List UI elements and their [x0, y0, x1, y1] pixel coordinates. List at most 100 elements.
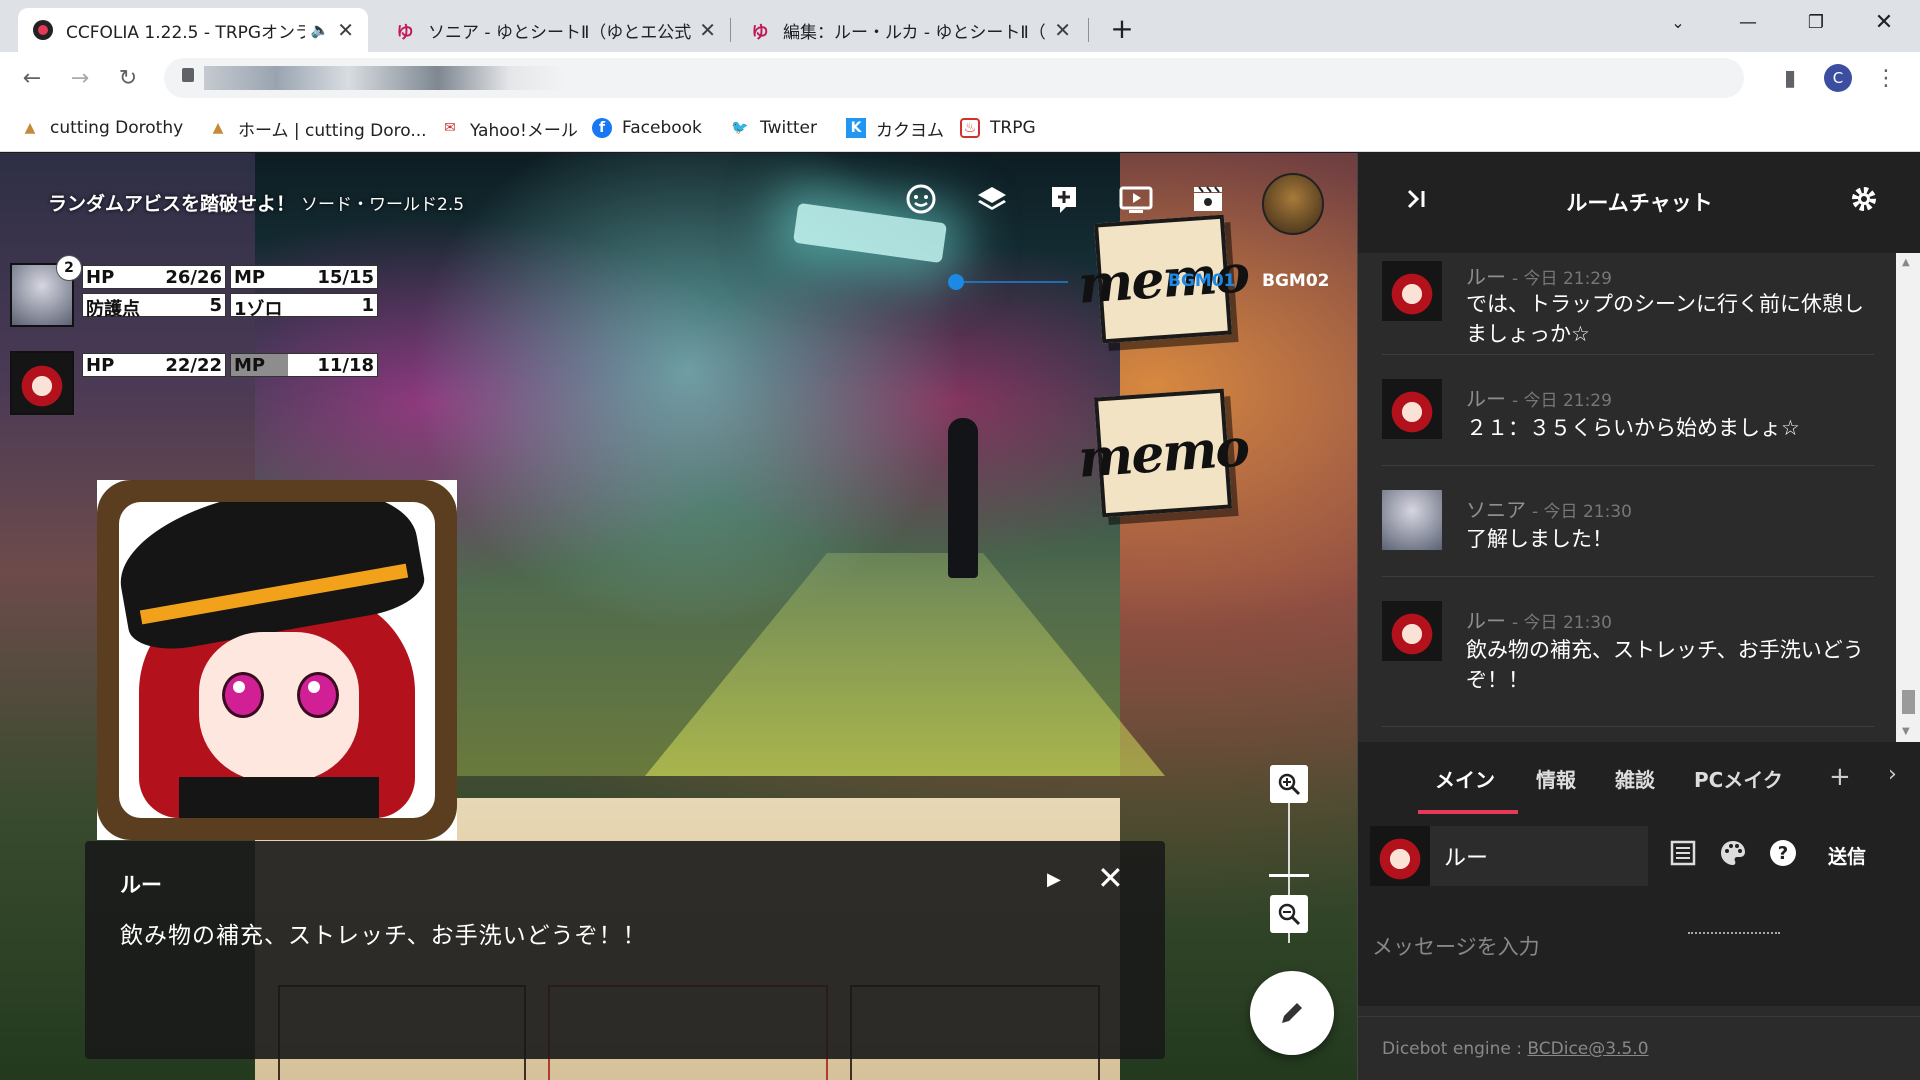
close-tab-icon[interactable]: ✕: [699, 18, 716, 42]
add-box-icon[interactable]: [1046, 181, 1082, 217]
avatar-ru[interactable]: [1382, 601, 1442, 661]
room-chat-panel: ルームチャット ルー - 今日 21:29 では、トラップのシーンに行く前に休憩し…: [1357, 153, 1920, 1080]
chat-message: ルー - 今日 21:29 では、トラップのシーンに行く前に休憩しましょっか☆: [1382, 253, 1874, 355]
status-hp: HP 26/26: [82, 265, 226, 289]
chat-scrollbar[interactable]: ▲ ▼: [1896, 253, 1920, 742]
browser-tab-bar: CCFOLIA 1.22.5 - TRPGオンラインセッションツール 🔈 ✕ ゆ…: [0, 0, 1920, 52]
next-arrow-icon[interactable]: ▶: [1047, 869, 1061, 890]
tab-search-icon[interactable]: ⌄: [1648, 0, 1708, 44]
yutosheet-icon: ゆ: [396, 22, 414, 43]
message-text: 飲み物の補充、ストレッチ、お手洗いどうぞ！！: [120, 923, 647, 949]
message-time: - 今日 21:30: [1512, 613, 1612, 633]
bookmark-yahoo-mail[interactable]: ✉ Yahoo!メール: [440, 114, 578, 142]
send-button[interactable]: 送信: [1828, 842, 1866, 869]
zoom-in-button[interactable]: [1270, 765, 1308, 803]
tab-ccfolia[interactable]: CCFOLIA 1.22.5 - TRPGオンラインセッションツール 🔈 ✕: [18, 8, 368, 52]
user-avatar[interactable]: [1262, 173, 1324, 235]
tab-pc-make[interactable]: PCメイク: [1694, 764, 1783, 793]
scroll-up-icon[interactable]: ▲: [1902, 257, 1910, 268]
bgm-volume-slider[interactable]: [948, 274, 964, 290]
message-sender: ルー: [1466, 609, 1506, 633]
close-icon[interactable]: ✕: [1097, 859, 1124, 897]
back-icon[interactable]: ←: [18, 64, 46, 92]
avatar-ru: [1370, 826, 1430, 886]
avatar-ru[interactable]: [1382, 261, 1442, 321]
bookmark-trpg[interactable]: ♨ TRPG: [960, 114, 1036, 142]
bookmark-facebook[interactable]: f Facebook: [592, 114, 702, 142]
bgm-track-2[interactable]: BGM02: [1262, 271, 1330, 291]
message-time: - 今日 21:29: [1512, 391, 1612, 411]
speaker-name: ルー: [120, 873, 162, 897]
layers-icon[interactable]: [974, 181, 1010, 217]
tab-sonia[interactable]: ゆ ソニア - ゆとシートⅡ（ゆとエ公式） ✕: [380, 8, 730, 52]
edit-pencil-button[interactable]: [1250, 971, 1334, 1055]
message-header: ルー - 今日 21:29: [1466, 383, 1612, 412]
character-portrait: [97, 480, 457, 840]
zoom-out-button[interactable]: [1270, 895, 1308, 933]
scene-figure: [948, 418, 978, 578]
chevron-right-icon[interactable]: ›: [1888, 762, 1897, 787]
kakuyomu-icon: K: [846, 118, 866, 138]
bookmark-kakuyomu[interactable]: K カクヨム: [846, 114, 944, 142]
svg-text:?: ?: [1778, 843, 1788, 864]
new-tab-button[interactable]: +: [1092, 6, 1152, 50]
bookmark-cutting-home[interactable]: ▲ ホーム | cutting Doro...: [208, 114, 427, 142]
dicebot-link[interactable]: BCDice@3.5.0: [1527, 1039, 1648, 1059]
scroll-down-icon[interactable]: ▼: [1902, 726, 1910, 737]
minimize-button[interactable]: —: [1718, 0, 1778, 44]
status-fumble: 1ゾロ 1: [230, 293, 378, 320]
character-name: ルー: [1444, 846, 1489, 871]
scroll-thumb[interactable]: [1902, 690, 1915, 714]
restore-button[interactable]: ❐: [1786, 0, 1846, 44]
clapperboard-icon[interactable]: [1190, 181, 1226, 217]
message-time: - 今日 21:29: [1512, 269, 1612, 289]
status-mp: MP 11/18: [230, 353, 378, 377]
palette-icon[interactable]: [1716, 836, 1750, 870]
tab-title: ソニア - ゆとシートⅡ（ゆとエ公式）: [428, 22, 692, 43]
dicebot-footer: Dicebot engine : BCDice@3.5.0: [1358, 1016, 1920, 1080]
side-panel-icon[interactable]: ▮: [1776, 64, 1804, 92]
message-header: ソニア - 今日 21:30: [1466, 494, 1632, 523]
close-tab-icon[interactable]: ✕: [1054, 18, 1071, 42]
menu-kebab-icon[interactable]: ⋮: [1872, 64, 1900, 92]
close-tab-icon[interactable]: ✕: [337, 18, 354, 42]
character-selector[interactable]: ルー: [1370, 826, 1648, 886]
address-bar[interactable]: [164, 58, 1744, 98]
zoom-slider-handle[interactable]: [1269, 874, 1309, 877]
avatar-ru[interactable]: [1382, 379, 1442, 439]
list-icon[interactable]: [1666, 836, 1700, 870]
room-name: ランダムアビスを踏破せよ！: [48, 193, 296, 215]
profile-avatar[interactable]: C: [1824, 64, 1852, 92]
dice-face-icon[interactable]: [903, 181, 939, 217]
tab-chatter[interactable]: 雑談: [1615, 764, 1655, 793]
portrait-eye: [222, 672, 264, 718]
tab-main[interactable]: メイン: [1435, 764, 1495, 793]
bgm-volume-track[interactable]: [958, 281, 1068, 283]
tab-edit-ru[interactable]: ゆ 編集：ルー・ルカ - ゆとシートⅡ（ゆとエ公式） ✕: [735, 8, 1085, 52]
bgm-track-1[interactable]: BGM01: [1168, 271, 1236, 291]
chat-tabs: メイン 情報 雑談 PCメイク + ›: [1358, 742, 1920, 814]
chat-message-list[interactable]: ルー - 今日 21:29 では、トラップのシーンに行く前に休憩しましょっか☆ ル…: [1358, 253, 1896, 742]
screen-icon[interactable]: [1118, 181, 1154, 217]
tab-info[interactable]: 情報: [1536, 764, 1576, 793]
bookmark-label: cutting Dorothy: [50, 118, 184, 138]
forward-icon[interactable]: →: [66, 64, 94, 92]
memo-card[interactable]: memo: [1076, 388, 1250, 518]
avatar-ru[interactable]: [10, 351, 74, 415]
tab-title: CCFOLIA 1.22.5 - TRPGオンラインセッションツール: [66, 22, 305, 43]
message-sender: ソニア: [1466, 498, 1526, 522]
avatar-sonia[interactable]: [1382, 490, 1442, 550]
add-tab-icon[interactable]: +: [1829, 762, 1851, 792]
bookmark-twitter[interactable]: 🐦 Twitter: [730, 114, 817, 142]
speaker-icon[interactable]: 🔈: [311, 21, 330, 39]
reload-icon[interactable]: ↻: [114, 64, 142, 92]
message-input[interactable]: [1370, 896, 1914, 998]
gear-icon[interactable]: [1846, 181, 1882, 217]
chat-message: ルー - 今日 21:29 ２１：３５くらいから始めましょ☆: [1382, 355, 1874, 466]
close-window-button[interactable]: ✕: [1854, 0, 1914, 44]
help-icon[interactable]: ?: [1766, 836, 1800, 870]
message-time: - 今日 21:30: [1532, 502, 1632, 522]
bookmark-cutting-dorothy[interactable]: ▲ cutting Dorothy: [20, 114, 184, 142]
dicebot-label: Dicebot engine :: [1382, 1039, 1528, 1059]
message-body: 了解しました！: [1466, 527, 1613, 551]
